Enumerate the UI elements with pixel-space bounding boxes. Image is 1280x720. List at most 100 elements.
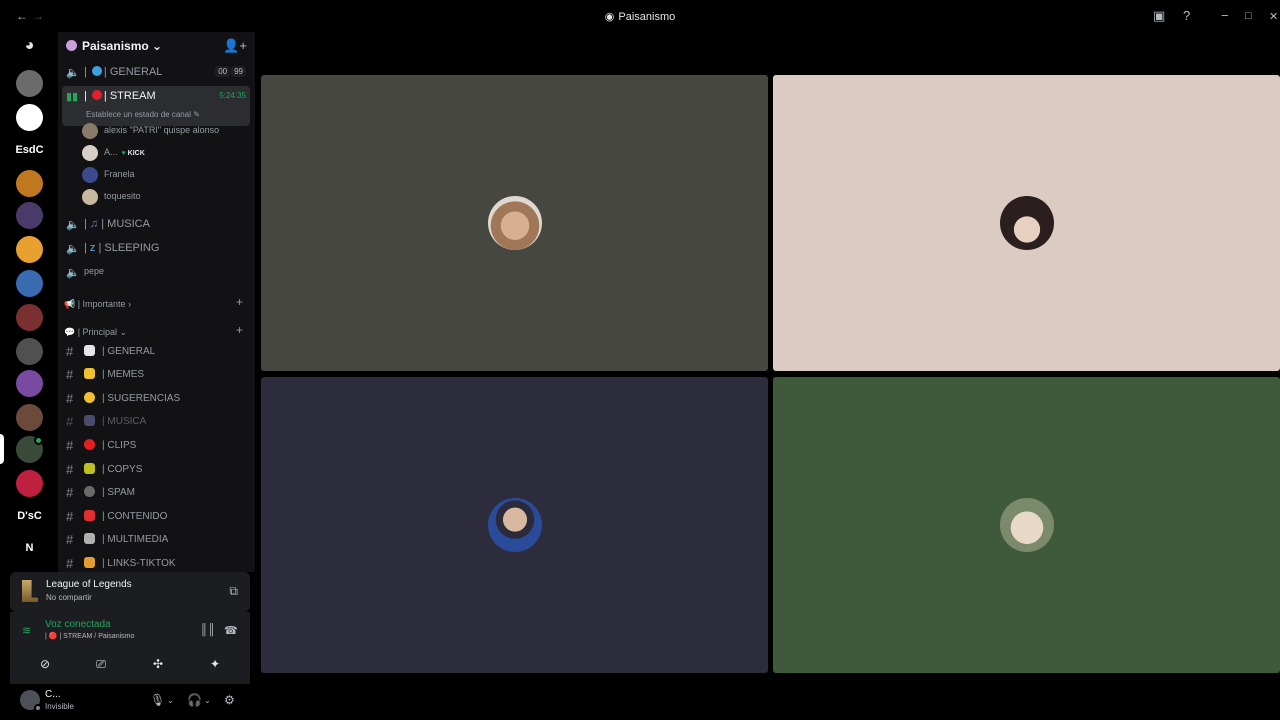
server-icon[interactable] — [16, 170, 43, 197]
text-channel[interactable]: # | MEMES — [62, 364, 250, 386]
category-principal[interactable]: 💬 | Principal ⌄ — [64, 327, 127, 338]
speaker-icon: 🔈 — [66, 243, 80, 255]
window-title: ◉ Paisanismo — [604, 11, 676, 23]
hash-icon: # — [66, 438, 74, 453]
disconnect-icon[interactable]: ☎ — [224, 624, 238, 637]
user-status: Invisible — [45, 702, 74, 711]
noise-suppression-icon[interactable]: ║║ — [200, 624, 216, 636]
channel-emoji-icon — [84, 345, 95, 356]
voice-member[interactable]: alexis "PATRI" quispe alonso — [82, 121, 242, 141]
league-of-legends-icon — [22, 580, 38, 602]
server-icon[interactable] — [16, 70, 43, 97]
music-note-icon: ♫ — [89, 218, 99, 230]
text-channel[interactable]: # | COPYS — [62, 459, 250, 481]
voice-status[interactable]: Voz conectada — [45, 619, 111, 630]
video-tile[interactable] — [261, 377, 768, 673]
chevron-down-icon[interactable]: ⌄ — [167, 696, 174, 705]
title-bar: ← → ◉ Paisanismo ▣ ? − □ ✕ — [0, 0, 1280, 32]
video-tile[interactable] — [261, 75, 768, 371]
voice-member[interactable]: toquesito — [82, 187, 242, 207]
invite-people-icon[interactable]: 👤+ — [223, 38, 247, 54]
server-icon — [66, 40, 77, 51]
text-channel[interactable]: # | MULTIMEDIA — [62, 529, 250, 551]
username[interactable]: C... — [45, 689, 61, 700]
avatar — [82, 189, 98, 205]
voice-connected-icon: ▮▮ — [66, 91, 79, 103]
voice-connection-panel: ≋ Voz conectada | 🔴 | STREAM / Paisanism… — [10, 612, 250, 684]
video-tile[interactable] — [773, 75, 1280, 371]
close-button[interactable]: ✕ — [1269, 10, 1278, 23]
server-icon-dsc[interactable]: D'sC — [16, 502, 43, 529]
server-icon[interactable] — [16, 304, 43, 331]
text-channel[interactable]: # | SUGERENCIAS — [62, 388, 250, 410]
channel-emoji-icon — [84, 557, 95, 568]
user-limit-badge: 00 99 — [214, 66, 246, 77]
status-indicator — [34, 704, 42, 712]
server-icon[interactable] — [16, 202, 43, 229]
hash-icon: # — [66, 532, 74, 547]
channel-sidebar: Paisanismo ⌄ 👤+ 🔈 | | GENERAL 00 99 ▮▮ | … — [58, 32, 255, 572]
hash-icon: # — [66, 509, 74, 524]
help-icon[interactable]: ? — [1183, 8, 1190, 23]
channel-status[interactable]: Establece un estado de canal ✎ — [86, 110, 200, 119]
channel-emoji-icon — [84, 533, 95, 544]
category-importante[interactable]: 📢 | Importante › — [64, 299, 131, 310]
voice-channel-general[interactable]: 🔈 | | GENERAL 00 99 — [62, 62, 250, 84]
hash-icon: # — [66, 367, 74, 382]
add-channel-icon[interactable]: + — [236, 323, 243, 337]
text-channel[interactable]: # | GENERAL — [62, 341, 250, 363]
selected-server-indicator — [0, 434, 4, 464]
server-header[interactable]: Paisanismo ⌄ 👤+ — [58, 32, 255, 58]
user-panel: C... Invisible 🎙 ⌄ 🎧 ⌄ ⚙ — [10, 684, 250, 720]
camera-off-button[interactable]: ⊘ — [20, 652, 70, 676]
text-channel[interactable]: # | SPAM — [62, 482, 250, 504]
server-icon[interactable] — [16, 404, 43, 431]
text-channel[interactable]: # | CLIPS — [62, 435, 250, 457]
voice-channel-pepe[interactable]: 🔈 pepe — [62, 262, 250, 284]
text-channel[interactable]: # | CONTENIDO — [62, 506, 250, 528]
headphones-icon[interactable]: 🎧 — [187, 693, 202, 707]
voice-activity-badge — [34, 436, 43, 445]
text-channel[interactable]: # | LINKS-TIKTOK — [62, 553, 250, 572]
voice-member[interactable]: A... ♥ KICK — [82, 143, 242, 163]
server-name: Paisanismo ⌄ — [82, 39, 163, 53]
minimize-button[interactable]: − — [1221, 8, 1229, 23]
server-icon-n[interactable]: N — [16, 534, 43, 561]
video-tile[interactable] — [773, 377, 1280, 673]
red-circle-emoji-icon — [91, 90, 102, 100]
chevron-down-icon[interactable]: ⌄ — [204, 696, 211, 705]
voice-member[interactable]: Franela — [82, 165, 242, 185]
server-icon[interactable] — [16, 236, 43, 263]
server-icon[interactable] — [16, 270, 43, 297]
hash-icon: # — [66, 391, 74, 406]
server-icon[interactable] — [16, 338, 43, 365]
globe-emoji-icon — [91, 66, 102, 76]
text-channel[interactable]: # | MUSICA — [62, 411, 250, 433]
voice-channel-path[interactable]: | 🔴 | STREAM / Paisanismo — [45, 632, 134, 640]
server-icon[interactable] — [16, 104, 43, 131]
inbox-icon[interactable]: ▣ — [1153, 8, 1165, 24]
channel-emoji-icon — [84, 486, 95, 497]
server-icon-esdc[interactable]: EsdC — [15, 136, 43, 163]
activity-share: No compartir — [46, 593, 92, 602]
gear-icon[interactable]: ⚙ — [224, 693, 235, 707]
voice-channel-musica[interactable]: 🔈 | ♫ | MUSICA — [62, 214, 250, 236]
add-channel-icon[interactable]: + — [236, 295, 243, 309]
voice-channel-stream[interactable]: ▮▮ | | STREAM 5:24:35 Establece un estad… — [62, 86, 250, 126]
server-icon[interactable] — [16, 470, 43, 497]
channel-emoji-icon — [84, 510, 95, 521]
soundboard-button[interactable]: ✦ — [190, 652, 240, 676]
stream-timer: 5:24:35 — [219, 91, 246, 100]
voice-channel-sleeping[interactable]: 🔈 | z | SLEEPING — [62, 238, 250, 260]
channel-emoji-icon — [84, 368, 95, 379]
share-screen-icon[interactable]: ⧉ — [229, 584, 238, 599]
discord-home-icon[interactable]: ◕ — [16, 32, 43, 59]
activities-button[interactable]: ✣ — [133, 652, 183, 676]
hash-icon: # — [66, 556, 74, 571]
maximize-button[interactable]: □ — [1245, 10, 1252, 22]
microphone-icon[interactable]: 🎙 — [150, 693, 165, 707]
speaker-icon: 🔈 — [66, 267, 80, 279]
screen-share-button[interactable]: ⎚ — [76, 652, 126, 676]
server-icon[interactable] — [16, 370, 43, 397]
channel-emoji-icon — [84, 439, 95, 450]
